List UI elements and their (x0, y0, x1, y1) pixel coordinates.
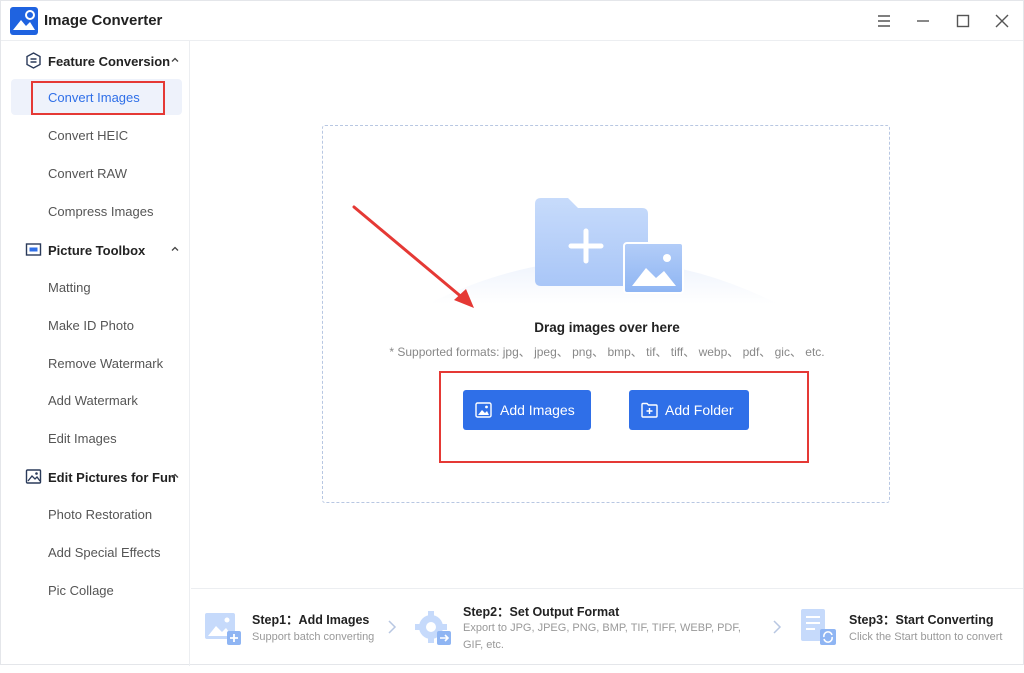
feature-conversion-icon (26, 52, 41, 69)
app-logo-icon (10, 7, 38, 35)
app-window: Image Converter Feature Conversion Conve… (0, 0, 1024, 666)
sidebar-item-label: Convert RAW (48, 166, 127, 181)
sidebar-item-compress-images[interactable]: Compress Images (11, 193, 182, 229)
step-1-desc: Support batch converting (252, 631, 375, 643)
sidebar-item-label: Convert Images (48, 90, 140, 105)
chevron-right-icon (773, 620, 782, 634)
sidebar-item-label: Remove Watermark (48, 356, 164, 371)
add-images-step-icon (205, 613, 241, 645)
sidebar-group-label: Edit Pictures for Fun (48, 470, 176, 485)
step-2-desc: Export to JPG, JPEG, PNG, BMP, TIF, TIFF… (463, 622, 741, 651)
step-2-title: Step2：Set Output Format (463, 605, 620, 619)
annotation-arrow-icon (352, 205, 474, 308)
sidebar-group-label: Picture Toolbox (48, 243, 146, 258)
steps-bar: Step1：Add Images Support batch convertin… (191, 588, 1023, 666)
chevron-right-icon (388, 620, 397, 634)
folder-plus-icon (641, 402, 658, 418)
sidebar-group-edit-pictures-for-fun[interactable]: Edit Pictures for Fun (1, 459, 190, 493)
chevron-up-icon[interactable] (169, 54, 181, 66)
minimize-icon[interactable] (912, 10, 934, 32)
add-folder-label: Add Folder (665, 402, 734, 418)
sidebar-item-label: Add Watermark (48, 393, 138, 408)
add-folder-button[interactable]: Add Folder (629, 390, 749, 430)
add-images-label: Add Images (500, 402, 575, 418)
sidebar-item-label: Pic Collage (48, 583, 114, 598)
image-icon (475, 402, 492, 418)
sidebar-item-label: Compress Images (48, 204, 154, 219)
sidebar-item-label: Add Special Effects (48, 545, 161, 560)
sidebar-item-add-watermark[interactable]: Add Watermark (11, 382, 182, 418)
sidebar-item-pic-collage[interactable]: Pic Collage (11, 572, 182, 608)
settings-step-icon (415, 611, 451, 645)
drop-zone-title: Drag images over here (534, 320, 680, 335)
sidebar-item-edit-images[interactable]: Edit Images (11, 420, 182, 456)
toolbox-icon (25, 243, 42, 256)
sidebar: Feature Conversion Convert Images Conver… (1, 41, 190, 666)
chevron-up-icon[interactable] (169, 243, 181, 255)
sidebar-group-picture-toolbox[interactable]: Picture Toolbox (1, 232, 190, 266)
step-3-desc: Click the Start button to convert (849, 631, 1003, 643)
step-1-title: Step1：Add Images (252, 613, 370, 627)
supported-formats-text: * Supported formats: jpg、 jpeg、 png、 bmp… (389, 345, 825, 359)
sidebar-item-matting[interactable]: Matting (11, 269, 182, 305)
main-content: Drag images over here * Supported format… (191, 41, 1023, 587)
close-icon[interactable] (991, 10, 1013, 32)
app-title: Image Converter (44, 12, 163, 29)
sidebar-item-photo-restoration[interactable]: Photo Restoration (11, 496, 182, 532)
sidebar-item-convert-raw[interactable]: Convert RAW (11, 155, 182, 191)
sidebar-group-feature-conversion[interactable]: Feature Conversion (1, 43, 190, 77)
maximize-icon[interactable] (952, 10, 974, 32)
sidebar-item-add-special-effects[interactable]: Add Special Effects (11, 534, 182, 570)
step-3-title: Step3：Start Converting (849, 613, 994, 627)
chevron-up-icon[interactable] (169, 470, 181, 482)
fun-edit-icon (25, 469, 42, 484)
sidebar-item-make-id-photo[interactable]: Make ID Photo (11, 307, 182, 343)
sidebar-item-convert-heic[interactable]: Convert HEIC (11, 117, 182, 153)
sidebar-item-label: Edit Images (48, 431, 117, 446)
sidebar-item-label: Matting (48, 280, 91, 295)
sidebar-item-convert-images[interactable]: Convert Images (11, 79, 182, 115)
sidebar-item-remove-watermark[interactable]: Remove Watermark (11, 345, 182, 381)
sidebar-item-label: Convert HEIC (48, 128, 129, 143)
sidebar-item-label: Photo Restoration (48, 507, 153, 522)
menu-icon[interactable] (873, 10, 895, 32)
sidebar-item-label: Make ID Photo (48, 318, 134, 333)
title-bar: Image Converter (1, 1, 1023, 41)
sidebar-group-label: Feature Conversion (48, 54, 171, 69)
start-converting-step-icon (801, 609, 836, 645)
add-images-button[interactable]: Add Images (463, 390, 591, 430)
